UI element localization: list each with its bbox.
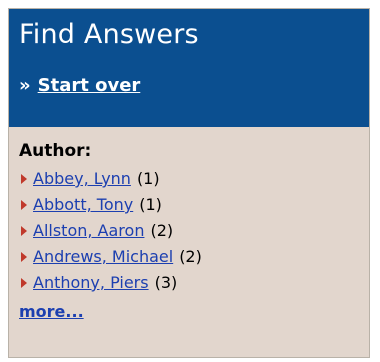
list-item: Abbott, Tony (1) [19, 192, 369, 218]
panel-header: Find Answers » Start over [9, 9, 369, 127]
list-item: Anthony, Piers (3) [19, 270, 369, 296]
panel-title: Find Answers [19, 19, 199, 50]
facet-heading-author: Author: [19, 141, 92, 161]
more-authors-link[interactable]: more... [19, 302, 84, 321]
author-count: (1) [139, 195, 162, 214]
triangle-right-icon [21, 252, 27, 262]
author-link[interactable]: Anthony, Piers [33, 270, 149, 296]
start-over-link[interactable]: Start over [38, 75, 141, 96]
triangle-right-icon [21, 278, 27, 288]
author-count: (3) [154, 273, 178, 292]
triangle-right-icon [21, 226, 27, 236]
author-list: Abbey, Lynn (1) Abbott, Tony (1) Allston… [19, 166, 369, 296]
list-item: Andrews, Michael (2) [19, 244, 369, 270]
author-link[interactable]: Allston, Aaron [33, 218, 144, 244]
double-chevron-right-icon: » [19, 75, 31, 96]
author-link[interactable]: Abbey, Lynn [33, 166, 131, 192]
author-count: (2) [150, 221, 174, 240]
list-item: Allston, Aaron (2) [19, 218, 369, 244]
triangle-right-icon [21, 174, 27, 184]
author-count: (2) [179, 247, 202, 266]
author-link[interactable]: Andrews, Michael [33, 244, 173, 270]
list-item: Abbey, Lynn (1) [19, 166, 369, 192]
facet-section: Author: Abbey, Lynn (1) Abbott, Tony (1)… [9, 127, 369, 321]
find-answers-panel: Find Answers » Start over Author: Abbey,… [8, 8, 370, 358]
author-link[interactable]: Abbott, Tony [33, 192, 133, 218]
author-count: (1) [136, 169, 160, 188]
start-over-row: » Start over [19, 75, 369, 96]
triangle-right-icon [21, 200, 27, 210]
